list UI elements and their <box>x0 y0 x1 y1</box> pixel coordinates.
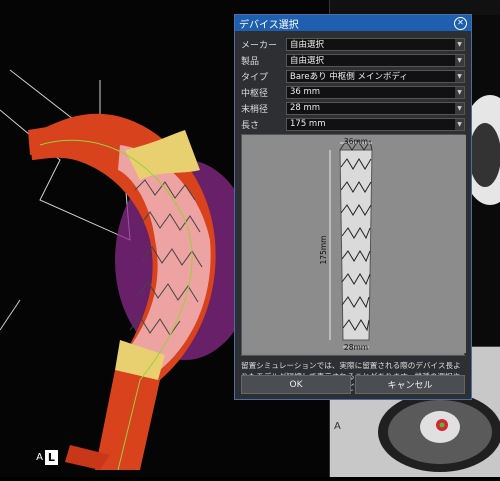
dialog-titlebar[interactable]: デバイス選択 ✕ <box>235 15 471 31</box>
dialog-title: デバイス選択 <box>239 19 299 31</box>
proximal-diameter-select[interactable]: 36 mm ▼ <box>286 85 465 99</box>
length-row: 長さ 175 mm ▼ <box>241 116 465 132</box>
product-value: 自由選択 <box>290 56 325 66</box>
distal-diameter-label: 末梢径 <box>241 104 269 115</box>
ct-panel-label: A <box>334 421 341 432</box>
distal-diameter-value: 28 mm <box>290 103 321 113</box>
product-row: 製品 自由選択 ▼ <box>241 52 465 68</box>
close-icon[interactable]: ✕ <box>454 16 467 30</box>
wireframe-lines <box>0 69 131 331</box>
length-label: 長さ <box>241 120 260 131</box>
top-diameter-label: 36mm <box>344 137 368 146</box>
orientation-a: A <box>36 451 43 463</box>
cancel-button[interactable]: キャンセル <box>355 375 465 394</box>
proximal-diameter-label: 中枢径 <box>241 88 269 99</box>
distal-diameter-row: 末梢径 28 mm ▼ <box>241 100 465 116</box>
maker-select[interactable]: 自由選択 ▼ <box>286 37 465 51</box>
proximal-diameter-row: 中枢径 36 mm ▼ <box>241 84 465 100</box>
proximal-diameter-value: 36 mm <box>290 87 321 97</box>
length-select[interactable]: 175 mm ▼ <box>286 117 465 131</box>
ct-center-marker <box>439 422 445 428</box>
chevron-down-icon: ▼ <box>455 118 464 130</box>
type-row: タイプ Bareあり 中枢側 メインボディ ▼ <box>241 68 465 84</box>
chevron-down-icon: ▼ <box>455 38 464 50</box>
chevron-down-icon: ▼ <box>455 70 464 82</box>
branch-vessel <box>28 125 62 155</box>
length-value: 175 mm <box>290 119 326 129</box>
ok-button[interactable]: OK <box>241 375 351 394</box>
orientation-l: L <box>44 449 58 465</box>
ct-top-strip <box>330 0 500 15</box>
chevron-down-icon: ▼ <box>455 54 464 66</box>
bottom-diameter-label: 28mm <box>344 343 368 352</box>
type-label: タイプ <box>241 72 269 83</box>
chevron-down-icon: ▼ <box>455 86 464 98</box>
length-label-svg: 175mm <box>319 236 328 265</box>
maker-row: メーカー 自由選択 ▼ <box>241 36 465 52</box>
chevron-down-icon: ▼ <box>455 102 464 114</box>
device-select-dialog: デバイス選択 ✕ メーカー 自由選択 ▼ 製品 自由選択 ▼ タイプ Bareあり … <box>234 14 472 400</box>
type-select[interactable]: Bareあり 中枢側 メインボディ ▼ <box>286 69 465 83</box>
device-preview: 36mm 28mm 175mm <box>241 134 466 356</box>
ct-spinal-canal <box>469 123 500 187</box>
product-select[interactable]: 自由選択 ▼ <box>286 53 465 67</box>
maker-label: メーカー <box>241 40 278 51</box>
maker-value: 自由選択 <box>290 40 325 50</box>
device-form: メーカー 自由選択 ▼ 製品 自由選択 ▼ タイプ Bareあり 中枢側 メインボデ… <box>235 31 471 132</box>
product-label: 製品 <box>241 56 260 67</box>
graft-body <box>339 149 373 341</box>
orientation-marker: A L <box>32 447 62 467</box>
distal-diameter-select[interactable]: 28 mm ▼ <box>286 101 465 115</box>
dialog-buttons: OK キャンセル <box>241 375 465 394</box>
type-value: Bareあり 中枢側 メインボディ <box>290 72 408 82</box>
